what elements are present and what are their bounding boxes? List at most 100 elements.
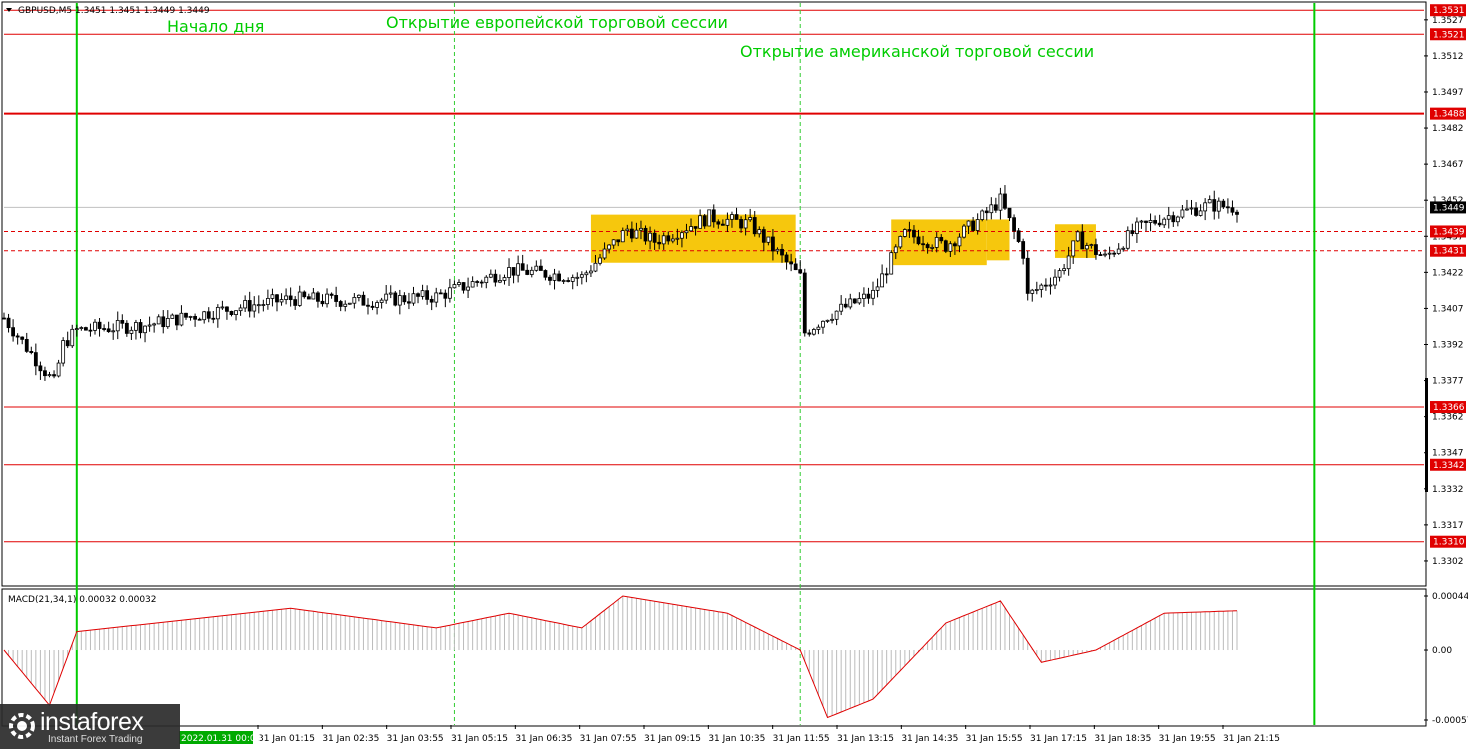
candle-body [247, 300, 252, 312]
candle-body [279, 299, 284, 303]
candle-body [789, 261, 794, 265]
candle-body [761, 229, 766, 243]
candle-body [1066, 255, 1071, 270]
price-chart[interactable]: 1.35271.35121.34971.34821.34671.34521.34… [0, 0, 1468, 749]
candle-body [616, 239, 621, 243]
candle-body [734, 214, 739, 220]
candle-body [70, 328, 75, 347]
price-tick-label: 1.3527 [1432, 16, 1464, 26]
candle-body [766, 236, 771, 243]
candle-body [370, 305, 375, 308]
candle-body [184, 312, 188, 318]
candle-body [97, 321, 102, 329]
candle-body [998, 193, 1003, 211]
candle-body [275, 294, 279, 303]
candle-body [839, 303, 844, 312]
annotation-eu-open: Открытие европейской торговой сессии [386, 13, 728, 32]
candle-body [502, 277, 507, 281]
time-tick-label: 31 Jan 13:15 [837, 734, 894, 744]
macd-tick-label: -0.00057 [1432, 716, 1468, 726]
candle-body [443, 292, 448, 299]
level-label: 1.3342 [1433, 461, 1465, 471]
candle-body [457, 282, 461, 285]
candle-body [311, 292, 316, 300]
candle-body [429, 298, 434, 303]
time-tick-label: 31 Jan 06:35 [515, 734, 572, 744]
candle-body [584, 272, 589, 276]
candle-body [388, 292, 393, 295]
candle-body [265, 298, 270, 305]
candle-body [930, 246, 935, 249]
candle-body [498, 280, 502, 283]
candle-body [898, 236, 903, 248]
candle-body [484, 276, 489, 284]
candle-body [1221, 200, 1226, 208]
price-tick-label: 1.3302 [1432, 557, 1464, 567]
macd-tick-label: 0.00 [1432, 646, 1452, 656]
candle-body [479, 281, 484, 284]
candle-body [143, 325, 147, 334]
candle-body [602, 248, 607, 259]
candle-body [1053, 276, 1057, 286]
candle-body [511, 267, 516, 276]
gear-logo-icon [9, 713, 35, 739]
annotation-us-open: Открытие американской торговой сессии [740, 42, 1094, 61]
scroll-indicator[interactable] [1425, 378, 1428, 492]
candle-body [934, 237, 939, 248]
candle-body [29, 350, 34, 353]
candle-body [666, 235, 671, 242]
candle-body [1025, 257, 1030, 294]
candle-body [948, 243, 953, 252]
candle-body [1198, 210, 1203, 216]
level-label: 1.3521 [1433, 30, 1465, 40]
candle-body [739, 219, 743, 229]
candle-body [962, 225, 966, 238]
candle-body [575, 276, 580, 279]
candle-body [966, 220, 971, 227]
candle-body [256, 304, 261, 307]
candle-body [165, 318, 170, 328]
time-tick-label: 31 Jan 07:55 [580, 734, 637, 744]
price-tick-label: 1.3347 [1432, 449, 1464, 459]
candle-body [461, 282, 466, 291]
candle-body [234, 310, 238, 315]
candle-body [170, 314, 175, 319]
candle-body [1121, 247, 1126, 250]
candle-body [611, 239, 616, 246]
candle-body [629, 228, 634, 239]
candle-body [1125, 230, 1130, 249]
candle-body [775, 248, 780, 252]
candle-body [757, 229, 762, 235]
candle-body [420, 290, 425, 297]
candle-body [943, 240, 948, 252]
candle-body [925, 244, 930, 249]
candle-body [902, 229, 907, 237]
candle-body [1175, 216, 1180, 223]
candle-body [211, 317, 216, 320]
candle-body [106, 328, 111, 333]
candle-body [152, 323, 157, 326]
current-price-label: 1.3449 [1433, 203, 1465, 213]
candle-body [352, 297, 357, 304]
candle-body [334, 294, 339, 302]
candle-body [552, 273, 557, 281]
candle-body [438, 292, 443, 295]
candle-body [1194, 207, 1198, 216]
candle-body [1203, 202, 1208, 212]
candle-body [261, 304, 266, 306]
candle-body [206, 311, 211, 319]
logo-name: instaforex [40, 708, 144, 736]
candle-body [488, 273, 493, 278]
candle-body [720, 223, 725, 226]
candle-body [407, 301, 411, 304]
candle-body [862, 293, 866, 299]
candle-body [356, 294, 361, 298]
candle-body [793, 263, 798, 271]
candle-body [61, 340, 66, 364]
candle-body [156, 316, 161, 325]
candle-body [725, 218, 730, 226]
time-tick-label: 31 Jan 18:35 [1094, 734, 1151, 744]
candle-body [316, 292, 320, 302]
candle-body [293, 299, 298, 306]
time-tick-label: 31 Jan 09:15 [644, 734, 701, 744]
